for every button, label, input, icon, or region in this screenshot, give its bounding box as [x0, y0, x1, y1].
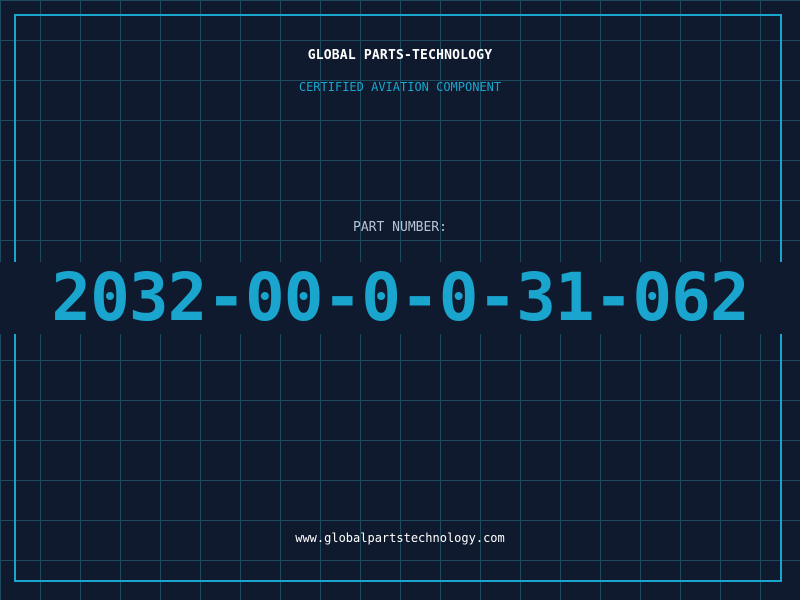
part-number-value: 2032-00-0-0-31-062: [51, 259, 749, 336]
part-label-card: GLOBAL PARTS-TECHNOLOGY CERTIFIED AVIATI…: [0, 0, 800, 600]
company-name: GLOBAL PARTS-TECHNOLOGY: [307, 48, 493, 63]
part-number-label: PART NUMBER:: [353, 220, 447, 235]
website-url: www.globalpartstechnology.com: [295, 531, 505, 545]
certification-tagline: CERTIFIED AVIATION COMPONENT: [298, 80, 502, 94]
